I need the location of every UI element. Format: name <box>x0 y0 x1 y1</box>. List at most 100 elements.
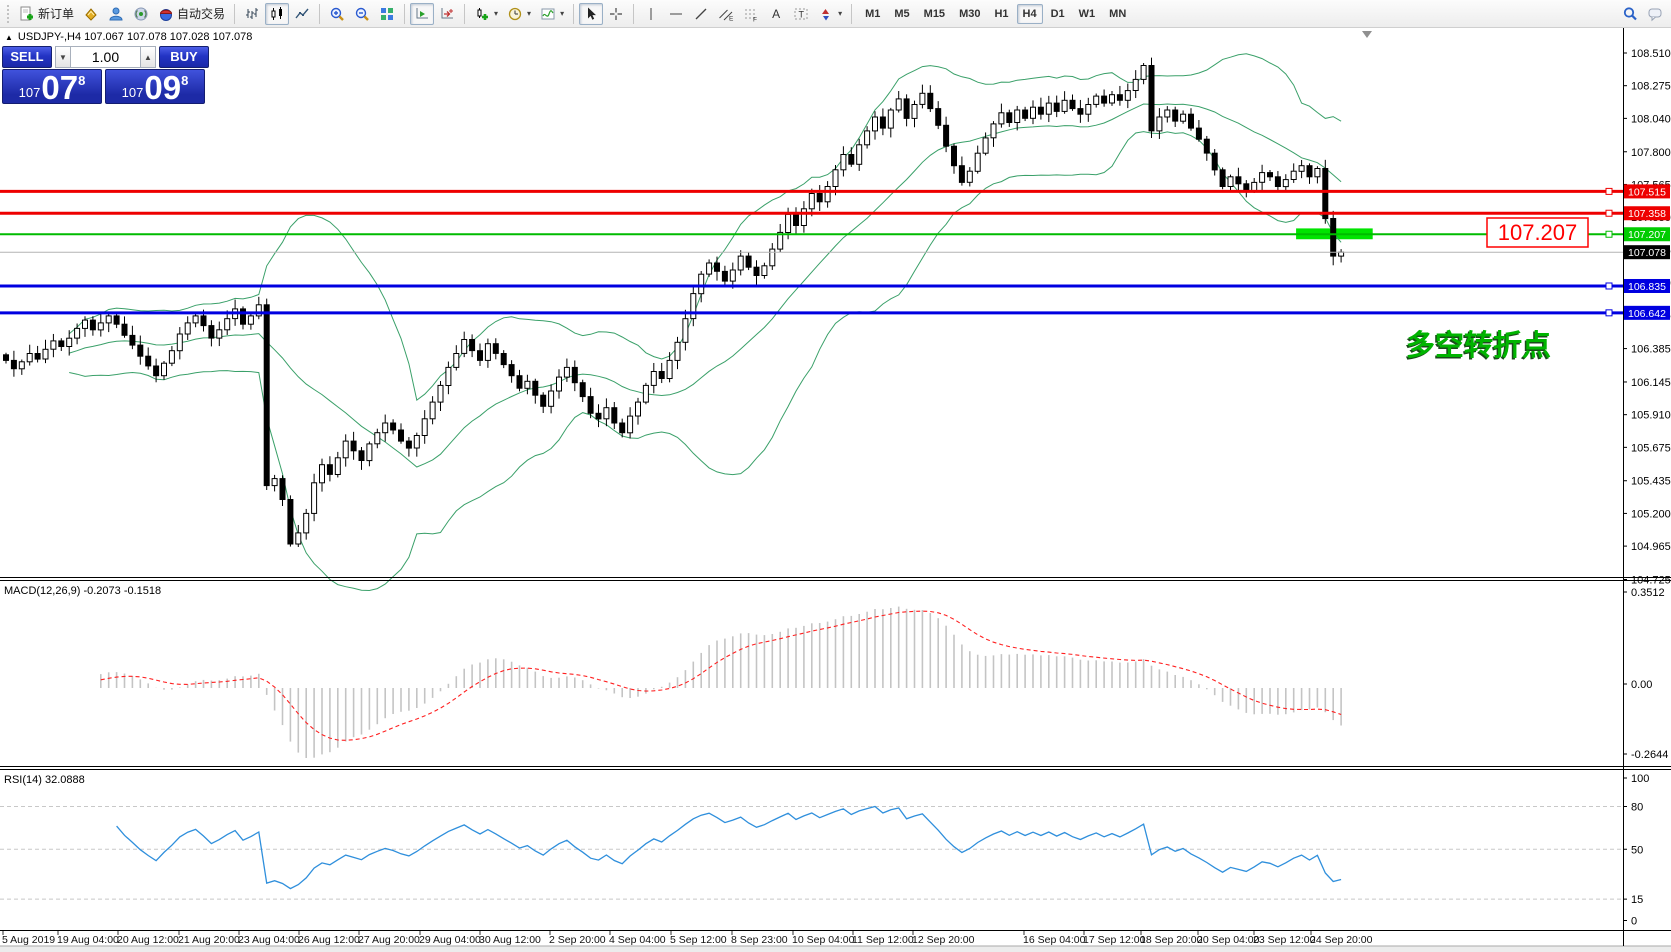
toolbar-separator <box>234 4 235 24</box>
new-chart-icon <box>474 6 490 22</box>
timeframe-button-d1[interactable]: D1 <box>1045 4 1071 24</box>
price-tick-label: 105.675 <box>1631 442 1671 454</box>
line-handle[interactable] <box>1606 188 1612 194</box>
price-badge-label: 107.358 <box>1628 208 1666 220</box>
line-handle[interactable] <box>1606 310 1612 316</box>
time-label: 23 Sep 12:00 <box>1253 934 1316 946</box>
rsi-tick-label: 15 <box>1631 894 1643 906</box>
svg-text:E: E <box>729 15 734 22</box>
toolbar-drag-handle[interactable] <box>7 5 11 23</box>
timeframe-button-mn[interactable]: MN <box>1103 4 1132 24</box>
signal-broadcast-icon <box>133 6 149 22</box>
horizontal-line-tool-button[interactable] <box>664 3 688 25</box>
collapse-panel-icon[interactable]: ▲ <box>5 33 13 42</box>
toolbar-separator <box>464 4 465 24</box>
crosshair-tool-button[interactable] <box>604 3 628 25</box>
new-chart-button[interactable]: ▾ <box>470 3 502 25</box>
cursor-tool-button[interactable] <box>579 3 603 25</box>
price-tick-label: 104.725 <box>1631 574 1671 586</box>
toolbar-separator <box>404 4 405 24</box>
line-chart-mode-button[interactable] <box>290 3 314 25</box>
turning-point-annotation[interactable]: 多空转折点 <box>1406 328 1551 362</box>
chart-shift-icon <box>439 6 455 22</box>
macd-tick-label: 0.3512 <box>1631 587 1665 599</box>
horizontal-line-icon <box>668 6 684 22</box>
time-label: 4 Sep 04:00 <box>609 934 666 946</box>
chart-profiles-button[interactable]: ▾ <box>503 3 535 25</box>
line-handle[interactable] <box>1606 283 1612 289</box>
sell-price-box[interactable]: 107 07 8 <box>2 69 102 104</box>
price-tick-label: 108.510 <box>1631 48 1671 60</box>
rsi-tick-label: 50 <box>1631 844 1643 856</box>
timeframe-button-m5[interactable]: M5 <box>888 4 915 24</box>
chart-canvas[interactable]: MACD(12,26,9) -0.2073 -0.1518RSI(14) 32.… <box>0 0 1671 952</box>
volume-decrease-button[interactable]: ▼ <box>55 46 71 68</box>
vertical-line-tool-button[interactable] <box>639 3 663 25</box>
indicators-button[interactable]: ▾ <box>536 3 568 25</box>
svg-text:T: T <box>799 9 805 19</box>
trendline-tool-button[interactable] <box>689 3 713 25</box>
zoom-in-button[interactable] <box>325 3 349 25</box>
volume-stepper: ▼ 1.00 ▲ <box>55 46 156 68</box>
time-label: 2 Sep 20:00 <box>549 934 606 946</box>
time-label: 23 Aug 04:00 <box>238 934 300 946</box>
volume-value[interactable]: 1.00 <box>71 46 140 68</box>
line-handle[interactable] <box>1606 231 1612 237</box>
time-label: 18 Sep 20:00 <box>1140 934 1203 946</box>
bar-chart-mode-button[interactable] <box>240 3 264 25</box>
search-button[interactable] <box>1618 3 1642 25</box>
buy-price-point: 8 <box>181 73 188 103</box>
timeframe-button-m30[interactable]: M30 <box>953 4 986 24</box>
timeframe-button-h4[interactable]: H4 <box>1017 4 1043 24</box>
sell-button[interactable]: SELL <box>2 46 52 68</box>
price-tick-label: 104.965 <box>1631 541 1671 553</box>
line-chart-icon <box>294 6 310 22</box>
timeframe-button-m1[interactable]: M1 <box>859 4 886 24</box>
time-label: 11 Sep 12:00 <box>852 934 914 946</box>
new-order-button[interactable]: 新订单 <box>15 3 78 25</box>
time-label: 5 Sep 12:00 <box>670 934 727 946</box>
signals-button[interactable] <box>129 3 153 25</box>
buy-price-box[interactable]: 107 09 8 <box>105 69 205 104</box>
zoom-out-button[interactable] <box>350 3 374 25</box>
text-label-tool-button[interactable]: T <box>789 3 813 25</box>
time-label: 17 Sep 12:00 <box>1083 934 1146 946</box>
auto-scroll-button[interactable] <box>410 3 434 25</box>
buy-button[interactable]: BUY <box>159 46 209 68</box>
candlestick-mode-button[interactable] <box>265 3 289 25</box>
community-button[interactable] <box>104 3 128 25</box>
timeframe-button-m15[interactable]: M15 <box>918 4 951 24</box>
tile-windows-icon <box>379 6 395 22</box>
price-tick-label: 108.275 <box>1631 81 1671 93</box>
text-tool-button[interactable]: A <box>764 3 788 25</box>
price-tick-label: 105.910 <box>1631 410 1671 422</box>
timeframe-button-w1[interactable]: W1 <box>1073 4 1102 24</box>
time-label: 21 Aug 20:00 <box>178 934 240 946</box>
price-tick-label: 106.385 <box>1631 344 1671 356</box>
one-click-trading-panel: SELL ▼ 1.00 ▲ BUY 107 07 8 107 09 8 <box>2 46 209 104</box>
price-badge-label: 107.515 <box>1628 186 1666 198</box>
price-callout-text: 107.207 <box>1498 220 1578 245</box>
equidistant-channel-tool-button[interactable]: E <box>714 3 738 25</box>
chart-shift-button[interactable] <box>435 3 459 25</box>
time-label: 8 Sep 23:00 <box>731 934 788 946</box>
price-tick-label: 105.200 <box>1631 508 1671 520</box>
text-a-icon: A <box>768 7 784 21</box>
fibonacci-tool-button[interactable]: F <box>739 3 763 25</box>
vertical-line-icon <box>643 6 659 22</box>
volume-increase-button[interactable]: ▲ <box>140 46 156 68</box>
tile-windows-button[interactable] <box>375 3 399 25</box>
chat-button[interactable] <box>1643 3 1667 25</box>
rsi-tick-label: 100 <box>1631 773 1649 785</box>
price-tick-label: 108.040 <box>1631 113 1671 125</box>
buy-price-whole: 107 <box>122 85 144 103</box>
toolbar-separator <box>319 4 320 24</box>
timeframe-button-h1[interactable]: H1 <box>988 4 1014 24</box>
line-handle[interactable] <box>1606 210 1612 216</box>
arrow-shapes-icon <box>818 6 834 22</box>
crosshair-icon <box>608 6 624 22</box>
market-watch-button[interactable] <box>79 3 103 25</box>
sell-price-pips: 07 <box>41 70 78 103</box>
arrows-tool-button[interactable]: ▾ <box>814 3 846 25</box>
auto-trading-button[interactable]: 自动交易 <box>154 3 229 25</box>
